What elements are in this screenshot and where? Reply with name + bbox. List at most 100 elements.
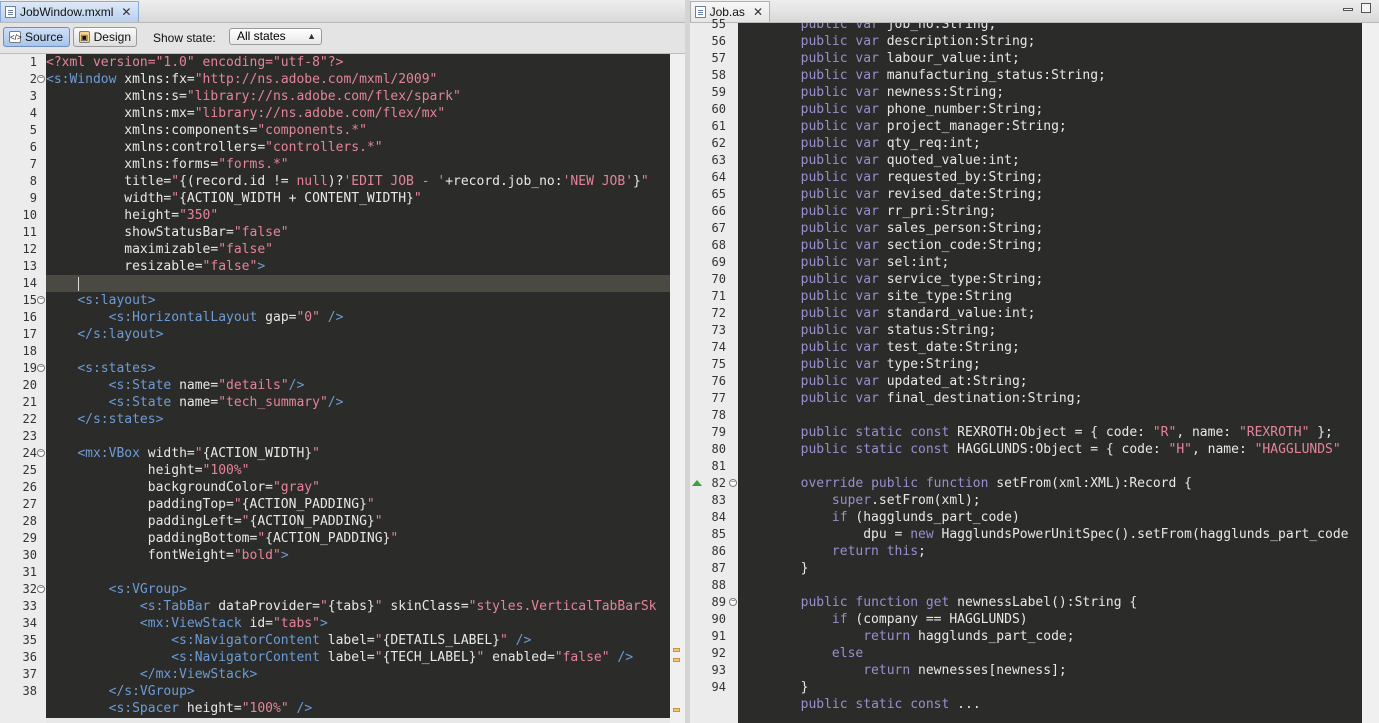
code-line[interactable]: <s:TabBar dataProvider="{tabs}" skinClas… <box>46 598 657 615</box>
right-overview-ruler[interactable] <box>1362 23 1379 723</box>
code-line[interactable]: public var newness:String; <box>738 84 1005 101</box>
code-line[interactable]: </s:states> <box>46 411 163 428</box>
code-line[interactable]: public var sel:int; <box>738 254 950 271</box>
code-line[interactable]: super.setFrom(xml); <box>738 492 981 509</box>
code-line[interactable]: <mx:ViewStack id="tabs"> <box>46 615 328 632</box>
code-line[interactable]: public var type:String; <box>738 356 981 373</box>
code-line[interactable]: </s:VGroup> <box>46 683 195 700</box>
code-line[interactable]: dpu = new HagglundsPowerUnitSpec().setFr… <box>738 526 1348 543</box>
code-line[interactable]: } <box>738 560 809 577</box>
fold-toggle-icon[interactable]: − <box>37 75 45 83</box>
code-line[interactable]: xmlns:mx="library://ns.adobe.com/flex/mx… <box>46 105 445 122</box>
code-line[interactable]: public function get newnessLabel():Strin… <box>738 594 1138 611</box>
code-line[interactable]: paddingTop="{ACTION_PADDING}" <box>46 496 375 513</box>
code-line[interactable]: public var rr_pri:String; <box>738 203 997 220</box>
code-line[interactable]: public var manufacturing_status:String; <box>738 67 1106 84</box>
code-line[interactable] <box>46 275 77 292</box>
code-line[interactable]: return this; <box>738 543 926 560</box>
overview-marker[interactable] <box>673 708 680 712</box>
code-line[interactable]: <s:NavigatorContent label="{TECH_LABEL} "… <box>46 649 633 666</box>
code-line[interactable]: public var section_code:String; <box>738 237 1044 254</box>
code-line[interactable]: override public function setFrom(xml:XML… <box>738 475 1192 492</box>
overview-marker[interactable] <box>673 658 680 662</box>
code-line[interactable]: public var project_manager:String; <box>738 118 1067 135</box>
close-icon[interactable]: ✕ <box>121 5 131 19</box>
code-line[interactable]: public var phone_number:String; <box>738 101 1044 118</box>
code-line[interactable]: <s:Window xmlns:fx="http://ns.adobe.com/… <box>46 71 437 88</box>
code-line[interactable]: public var site_type:String <box>738 288 1012 305</box>
show-state-select[interactable]: All states ▲ <box>229 28 322 45</box>
left-overview-ruler[interactable] <box>670 54 685 723</box>
code-line[interactable]: public var test_date:String; <box>738 339 1020 356</box>
code-line[interactable]: paddingLeft="{ACTION_PADDING}" <box>46 513 383 530</box>
close-icon[interactable]: ✕ <box>753 5 763 19</box>
right-code-editor[interactable]: public var job_no:String; public var des… <box>738 23 1362 723</box>
code-line[interactable]: title="{(record.id != null)?'EDIT JOB - … <box>46 173 648 190</box>
tab-jobwindow-mxml[interactable]: JobWindow.mxml ✕ <box>0 1 139 22</box>
code-line[interactable]: width="{ACTION_WIDTH + CONTENT_WIDTH}" <box>46 190 421 207</box>
code-line[interactable]: public var updated_at:String; <box>738 373 1028 390</box>
minimize-icon[interactable] <box>1343 8 1353 11</box>
fold-toggle-icon[interactable]: − <box>37 296 45 304</box>
overview-marker[interactable] <box>673 648 680 652</box>
fold-toggle-icon[interactable]: − <box>37 364 45 372</box>
source-mode-button[interactable]: </> Source <box>3 27 70 47</box>
code-line[interactable]: return newnesses[newness]; <box>738 662 1067 679</box>
fold-toggle-icon[interactable]: − <box>37 585 45 593</box>
code-line[interactable]: </mx:ViewStack> <box>46 666 257 683</box>
code-line[interactable]: <s:VGroup> <box>46 581 187 598</box>
code-line[interactable]: public var description:String; <box>738 33 1036 50</box>
code-line[interactable]: backgroundColor="gray" <box>46 479 320 496</box>
code-line[interactable]: <s:State name="details"/> <box>46 377 305 394</box>
code-line[interactable]: return hagglunds_part_code; <box>738 628 1074 645</box>
fold-toggle-icon[interactable]: − <box>729 479 737 487</box>
code-line[interactable]: resizable="false"> <box>46 258 265 275</box>
code-line[interactable]: <s:HorizontalLayout gap="0" /> <box>46 309 344 326</box>
code-line[interactable]: <s:NavigatorContent label="{DETAILS_LABE… <box>46 632 531 649</box>
left-code-editor[interactable]: <?xml version="1.0" encoding="utf-8"?> <s… <box>46 54 670 718</box>
code-line[interactable]: public var quoted_value:int; <box>738 152 1020 169</box>
code-line[interactable]: public static const HAGGLUNDS:Object = {… <box>738 441 1341 458</box>
code-line[interactable]: } <box>738 679 809 696</box>
code-line[interactable]: public var standard_value:int; <box>738 305 1036 322</box>
override-marker-icon[interactable] <box>692 480 702 486</box>
code-line[interactable]: <mx:VBox width="{ACTION_WIDTH}" <box>46 445 320 462</box>
code-line[interactable]: public static const ... <box>738 696 981 713</box>
code-line[interactable]: public var final_destination:String; <box>738 390 1083 407</box>
code-line[interactable]: </s:layout> <box>46 326 163 343</box>
code-line[interactable]: public var requested_by:String; <box>738 169 1044 186</box>
code-line[interactable]: if (hagglunds_part_code) <box>738 509 1020 526</box>
code-line[interactable]: if (company == HAGGLUNDS) <box>738 611 1028 628</box>
code-line[interactable]: showStatusBar="false" <box>46 224 288 241</box>
code-line[interactable]: public static const REXROTH:Object = { c… <box>738 424 1333 441</box>
code-line[interactable]: fontWeight="bold"> <box>46 547 289 564</box>
fold-toggle-icon[interactable]: − <box>729 598 737 606</box>
code-line[interactable]: else <box>738 645 863 662</box>
code-line[interactable]: xmlns:s="library://ns.adobe.com/flex/spa… <box>46 88 461 105</box>
code-line[interactable]: <?xml version="1.0" encoding="utf-8"?> <box>46 54 343 71</box>
fold-toggle-icon[interactable]: − <box>37 449 45 457</box>
code-line[interactable]: xmlns:forms="forms.*" <box>46 156 288 173</box>
code-line[interactable]: paddingBottom="{ACTION_PADDING}" <box>46 530 398 547</box>
code-line[interactable]: public var job_no:String; <box>738 23 997 33</box>
code-line[interactable]: public var labour_value:int; <box>738 50 1020 67</box>
code-line[interactable]: xmlns:components="components.*" <box>46 122 367 139</box>
code-line[interactable]: maximizable="false" <box>46 241 273 258</box>
code-token: updated_at:String; <box>878 374 1028 389</box>
code-line[interactable]: public var revised_date:String; <box>738 186 1044 203</box>
code-line[interactable]: public var service_type:String; <box>738 271 1044 288</box>
maximize-icon[interactable] <box>1361 3 1371 13</box>
code-line[interactable]: public var sales_person:String; <box>738 220 1044 237</box>
design-mode-button[interactable]: ▣ Design <box>73 27 137 47</box>
code-line[interactable]: <s:states> <box>46 360 155 377</box>
code-line[interactable]: height="100%" <box>46 462 250 479</box>
code-line[interactable]: <s:Spacer height="100%" /> <box>46 700 313 717</box>
code-line[interactable]: public var qty_req:int; <box>738 135 981 152</box>
code-line[interactable]: <s:layout> <box>46 292 155 309</box>
code-line[interactable]: height="350" <box>46 207 218 224</box>
code-line[interactable]: <s:State name="tech_summary"/> <box>46 394 344 411</box>
code-line[interactable]: public var status:String; <box>738 322 997 339</box>
code-line[interactable]: xmlns:controllers="controllers.*" <box>46 139 382 156</box>
